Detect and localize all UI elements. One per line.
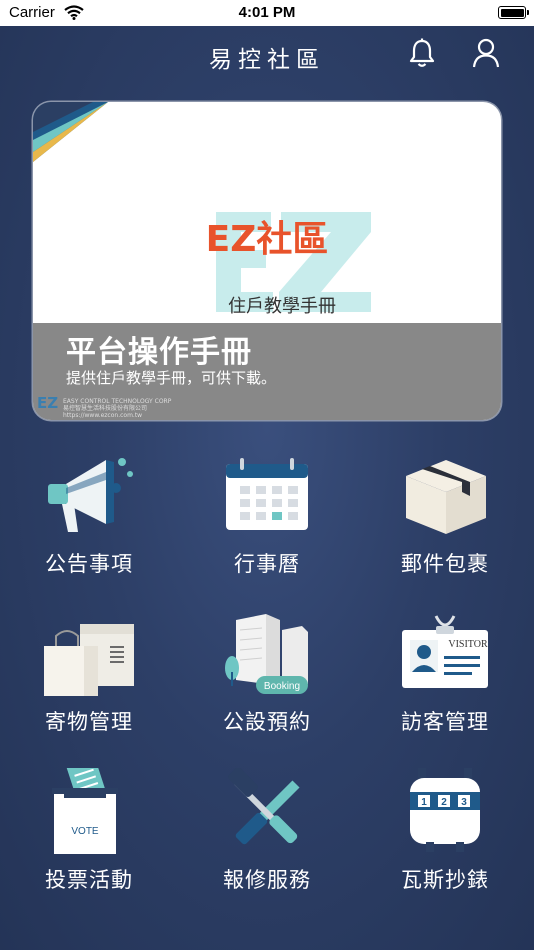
status-time: 4:01 PM [238,4,296,21]
bell-icon[interactable] [408,38,436,72]
storage-bags-icon [44,624,134,696]
package-icon [406,460,486,534]
svg-text:1: 1 [421,797,427,808]
menu-label: 寄物管理 [45,710,133,734]
megaphone-icon [48,458,133,532]
svg-text:3: 3 [461,797,467,808]
company-name-en: EASY CONTROL TECHNOLOGY CORP [63,398,172,405]
banner-title: 平台操作手冊 [66,335,252,370]
menu-label: 行事曆 [234,552,300,576]
banner-description: 提供住戶教學手冊，可供下載。 [66,369,277,387]
menu-label: 訪客管理 [401,710,489,734]
company-url: https://www.ezcon.com.tw [63,412,143,419]
facility-booking-icon: Booking [225,614,308,694]
battery-icon [498,6,529,19]
ez-community-logo: EZ社區 [205,219,329,260]
svg-text:Booking: Booking [264,681,300,692]
svg-text:VISITOR: VISITOR [448,639,488,650]
svg-text:VOTE: VOTE [71,826,99,837]
nav-bar: 易控社區 [0,26,534,82]
menu-label: 公告事項 [45,552,133,576]
menu-item-facility-booking[interactable]: Booking 公設預約 [178,610,356,760]
menu-label: 瓦斯抄錶 [401,868,489,892]
svg-text:2: 2 [441,797,447,808]
menu-item-packages[interactable]: 郵件包裹 [356,452,534,602]
repair-tools-icon [227,768,300,845]
banner-subtitle: 住戶教學手冊 [228,296,336,317]
menu-item-gas-meter[interactable]: 1 2 3 瓦斯抄錶 [356,768,534,918]
menu-item-voting[interactable]: VOTE 投票活動 [0,768,178,918]
menu-label: 投票活動 [45,868,133,892]
menu-label: 報修服務 [223,868,311,892]
banner-caption: 平台操作手冊 提供住戶教學手冊，可供下載。 EZ EASY CONTROL TE… [33,323,501,420]
visitor-badge-icon: VISITOR [402,615,488,688]
status-bar: Carrier 4:01 PM [0,0,534,26]
user-icon[interactable] [472,38,500,72]
manual-banner[interactable]: EZ社區 住戶教學手冊 平台操作手冊 提供住戶教學手冊，可供下載。 EZ EAS… [33,102,501,420]
company-name-zh: 易控智慧生活科技股份有限公司 [63,405,148,412]
banner-corner-decoration [33,102,108,162]
menu-label: 郵件包裹 [401,552,489,576]
ballot-box-icon: VOTE [52,768,118,854]
menu-item-repair[interactable]: 報修服務 [178,768,356,918]
calendar-icon [226,458,308,530]
menu-item-storage[interactable]: 寄物管理 [0,610,178,760]
menu-item-calendar[interactable]: 行事曆 [178,452,356,602]
page-title: 易控社區 [209,47,325,73]
menu-item-visitors[interactable]: VISITOR 訪客管理 [356,610,534,760]
menu-item-announcements[interactable]: 公告事項 [0,452,178,602]
company-logo-icon: EZ [37,394,59,412]
gas-meter-icon: 1 2 3 [410,768,480,852]
menu-label: 公設預約 [223,710,311,734]
